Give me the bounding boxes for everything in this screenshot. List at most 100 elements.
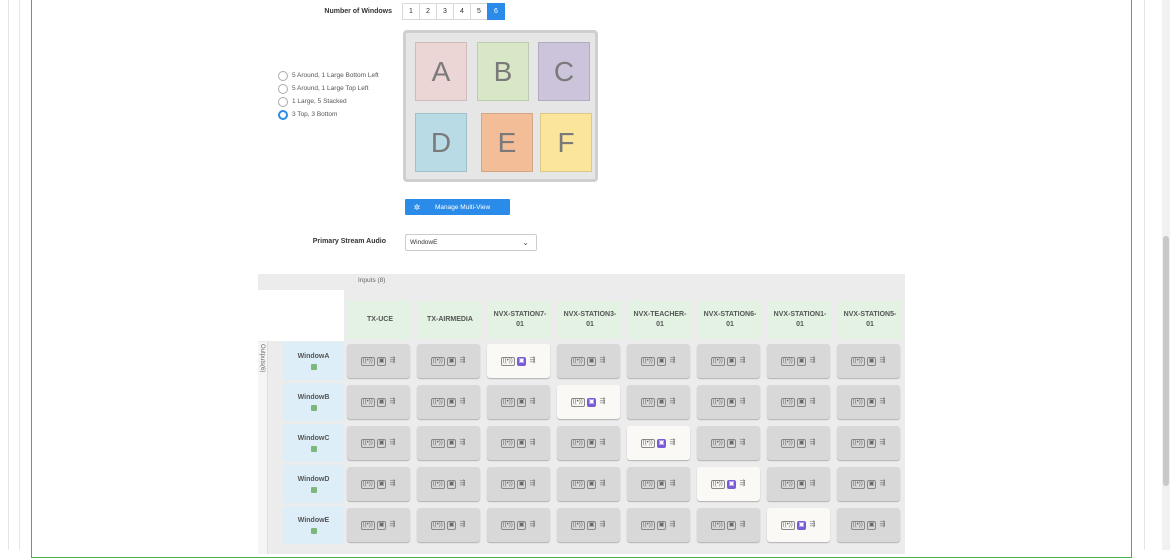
preview-tile-e: E <box>481 113 533 172</box>
radio-icon[interactable] <box>278 96 288 107</box>
route-cell[interactable]: ((•)) ▣ ⇶ <box>417 467 480 501</box>
audio-icon: ((•)) <box>780 520 795 530</box>
route-cell[interactable]: ((•)) ▣ ⇶ <box>627 385 690 419</box>
route-cell[interactable]: ((•)) ▣ ⇶ <box>697 467 760 501</box>
usb-icon: ⇶ <box>459 397 466 405</box>
route-cell[interactable]: ((•)) ▣ ⇶ <box>417 508 480 542</box>
route-cell[interactable]: ((•)) ▣ ⇶ <box>767 508 830 542</box>
usb-icon: ⇶ <box>599 520 606 528</box>
checkbox-icon[interactable] <box>310 445 317 452</box>
window-count-button-1[interactable]: 1 <box>402 3 420 20</box>
window-count-button-2[interactable]: 2 <box>419 3 437 20</box>
audio-icon: ((•)) <box>360 438 375 448</box>
input-column-header: NVX-STATION1-01 <box>768 301 832 339</box>
input-column-header: NVX-STATION7-01 <box>488 301 552 339</box>
usb-icon: ⇶ <box>389 438 396 446</box>
manage-multiview-button[interactable]: ✲ Manage Multi-View <box>405 199 510 215</box>
video-icon: ▣ <box>446 520 457 530</box>
radio-icon[interactable] <box>278 70 288 81</box>
usb-icon: ⇶ <box>669 397 676 405</box>
route-cell[interactable]: ((•)) ▣ ⇶ <box>837 385 900 419</box>
page-scrollbar[interactable] <box>1162 0 1170 550</box>
radio-icon[interactable] <box>278 83 288 94</box>
checkbox-icon[interactable] <box>310 527 317 534</box>
window-count-button-6[interactable]: 6 <box>487 3 505 20</box>
route-cell[interactable]: ((•)) ▣ ⇶ <box>487 385 550 419</box>
routing-grid: Inputs (8) Outputs(6) TX-UCE TX-AIRMEDIA N… <box>258 274 905 554</box>
route-cell[interactable]: ((•)) ▣ ⇶ <box>347 344 410 378</box>
audio-icon: ((•)) <box>570 479 585 489</box>
route-cell[interactable]: ((•)) ▣ ⇶ <box>487 344 550 378</box>
layout-option-3[interactable]: 3 Top, 3 Bottom <box>278 108 379 121</box>
video-icon: ▣ <box>376 438 387 448</box>
route-cell[interactable]: ((•)) ▣ ⇶ <box>697 385 760 419</box>
usb-icon: ⇶ <box>389 479 396 487</box>
window-count-button-3[interactable]: 3 <box>436 3 454 20</box>
primary-stream-audio-select[interactable]: WindowE ⌄ <box>405 234 537 251</box>
scroll-thumb[interactable] <box>1163 236 1169 486</box>
output-row-header: WindowB <box>283 383 344 421</box>
route-cell[interactable]: ((•)) ▣ ⇶ <box>837 467 900 501</box>
route-cell[interactable]: ((•)) ▣ ⇶ <box>767 467 830 501</box>
usb-icon: ⇶ <box>599 356 606 364</box>
route-cell[interactable]: ((•)) ▣ ⇶ <box>487 426 550 460</box>
usb-icon: ⇶ <box>389 520 396 528</box>
video-icon: ▣ <box>866 356 877 366</box>
grid-corner <box>258 290 344 341</box>
route-cell[interactable]: ((•)) ▣ ⇶ <box>837 508 900 542</box>
audio-icon: ((•)) <box>360 397 375 407</box>
route-cell[interactable]: ((•)) ▣ ⇶ <box>347 426 410 460</box>
video-icon: ▣ <box>726 438 737 448</box>
route-cell[interactable]: ((•)) ▣ ⇶ <box>487 508 550 542</box>
route-cell[interactable]: ((•)) ▣ ⇶ <box>557 467 620 501</box>
route-cell[interactable]: ((•)) ▣ ⇶ <box>487 467 550 501</box>
route-cell[interactable]: ((•)) ▣ ⇶ <box>417 385 480 419</box>
radio-icon[interactable] <box>278 109 288 120</box>
route-cell[interactable]: ((•)) ▣ ⇶ <box>627 426 690 460</box>
audio-icon: ((•)) <box>850 520 865 530</box>
route-cell[interactable]: ((•)) ▣ ⇶ <box>627 467 690 501</box>
checkbox-icon[interactable] <box>310 363 317 370</box>
route-cell[interactable]: ((•)) ▣ ⇶ <box>557 426 620 460</box>
route-cell[interactable]: ((•)) ▣ ⇶ <box>557 385 620 419</box>
audio-icon: ((•)) <box>780 397 795 407</box>
checkbox-icon[interactable] <box>310 486 317 493</box>
checkbox-icon[interactable] <box>310 404 317 411</box>
layout-option-label: 5 Around, 1 Large Top Left <box>292 85 369 92</box>
route-cell[interactable]: ((•)) ▣ ⇶ <box>837 344 900 378</box>
layout-option-label: 3 Top, 3 Bottom <box>292 111 338 118</box>
route-cell[interactable]: ((•)) ▣ ⇶ <box>557 508 620 542</box>
video-icon: ▣ <box>586 438 597 448</box>
route-cell[interactable]: ((•)) ▣ ⇶ <box>767 385 830 419</box>
route-cell[interactable]: ((•)) ▣ ⇶ <box>767 344 830 378</box>
route-cell[interactable]: ((•)) ▣ ⇶ <box>697 508 760 542</box>
audio-icon: ((•)) <box>850 397 865 407</box>
audio-icon: ((•)) <box>570 438 585 448</box>
route-cell[interactable]: ((•)) ▣ ⇶ <box>557 344 620 378</box>
layout-option-2[interactable]: 1 Large, 5 Stacked <box>278 95 379 108</box>
window-count-button-4[interactable]: 4 <box>453 3 471 20</box>
window-count-button-5[interactable]: 5 <box>470 3 488 20</box>
layout-option-1[interactable]: 5 Around, 1 Large Top Left <box>278 82 379 95</box>
route-cell[interactable]: ((•)) ▣ ⇶ <box>697 426 760 460</box>
preview-tile-c: C <box>538 42 590 101</box>
usb-icon: ⇶ <box>879 397 886 405</box>
audio-icon: ((•)) <box>500 479 515 489</box>
route-cell[interactable]: ((•)) ▣ ⇶ <box>697 344 760 378</box>
route-cell[interactable]: ((•)) ▣ ⇶ <box>347 385 410 419</box>
preview-tile-f: F <box>540 113 592 172</box>
route-cell[interactable]: ((•)) ▣ ⇶ <box>347 508 410 542</box>
audio-icon: ((•)) <box>360 520 375 530</box>
route-cell[interactable]: ((•)) ▣ ⇶ <box>627 344 690 378</box>
route-cell[interactable]: ((•)) ▣ ⇶ <box>627 508 690 542</box>
audio-icon: ((•)) <box>850 356 865 366</box>
route-cell[interactable]: ((•)) ▣ ⇶ <box>347 467 410 501</box>
audio-icon: ((•)) <box>570 397 585 407</box>
route-cell[interactable]: ((•)) ▣ ⇶ <box>417 344 480 378</box>
route-cell[interactable]: ((•)) ▣ ⇶ <box>417 426 480 460</box>
layout-option-0[interactable]: 5 Around, 1 Large Bottom Left <box>278 69 379 82</box>
audio-icon: ((•)) <box>430 438 445 448</box>
output-row-header: WindowD <box>283 465 344 503</box>
route-cell[interactable]: ((•)) ▣ ⇶ <box>767 426 830 460</box>
route-cell[interactable]: ((•)) ▣ ⇶ <box>837 426 900 460</box>
